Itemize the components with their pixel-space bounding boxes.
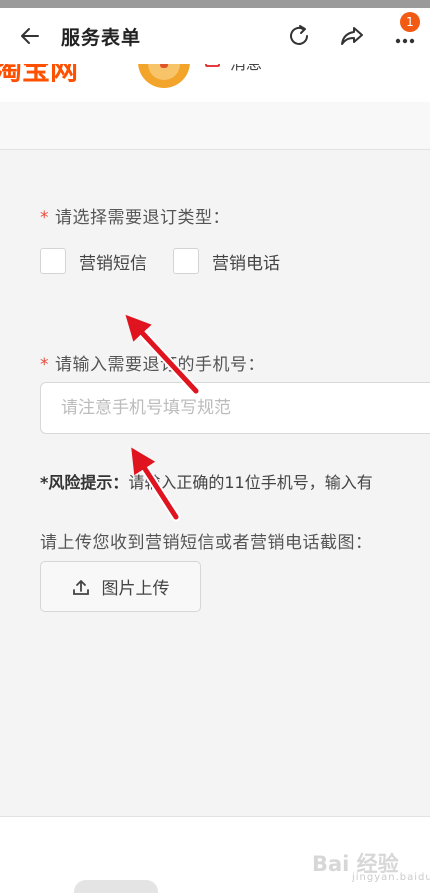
option-label-phone-call: 营销电话 bbox=[212, 253, 280, 274]
image-upload-button[interactable]: 图片上传 bbox=[40, 561, 201, 612]
checkbox-sms[interactable] bbox=[40, 248, 66, 274]
upload-prompt: 请上传您收到营销短信或者营销电话截图： bbox=[40, 533, 373, 553]
upload-button-label: 图片上传 bbox=[101, 579, 170, 599]
upload-icon bbox=[72, 578, 90, 596]
back-button[interactable] bbox=[16, 22, 44, 50]
status-bar bbox=[0, 0, 430, 8]
share-icon bbox=[341, 27, 363, 45]
required-mark: * bbox=[40, 355, 49, 375]
watermark-subtext: jingyan.baidu.com bbox=[352, 872, 430, 883]
top-nav-bar: 服务表单 1 bbox=[0, 8, 430, 64]
scroll-handle bbox=[74, 880, 158, 893]
refresh-icon bbox=[290, 25, 308, 45]
phone-number-input[interactable] bbox=[40, 382, 430, 434]
phone-question-label: * 请输入需要退订的手机号： bbox=[40, 355, 265, 375]
form-top-spacer bbox=[0, 102, 430, 150]
required-mark: * bbox=[40, 208, 49, 228]
refresh-button[interactable] bbox=[284, 21, 314, 51]
page-title: 服务表单 bbox=[61, 27, 142, 49]
notification-badge: 1 bbox=[400, 12, 420, 32]
risk-notice: *风险提示：请输入正确的11位手机号，输入有 bbox=[40, 469, 373, 493]
share-button[interactable] bbox=[337, 21, 367, 51]
option-label-sms: 营销短信 bbox=[79, 253, 147, 274]
risk-title: *风险提示： bbox=[40, 473, 129, 492]
type-question-label: * 请选择需要退订类型： bbox=[40, 208, 230, 228]
checkbox-phone-call[interactable] bbox=[173, 248, 199, 274]
back-arrow-icon bbox=[21, 28, 39, 44]
risk-text: 请输入正确的11位手机号，输入有 bbox=[128, 473, 373, 492]
type-options: 营销短信 营销电话 bbox=[40, 248, 306, 274]
